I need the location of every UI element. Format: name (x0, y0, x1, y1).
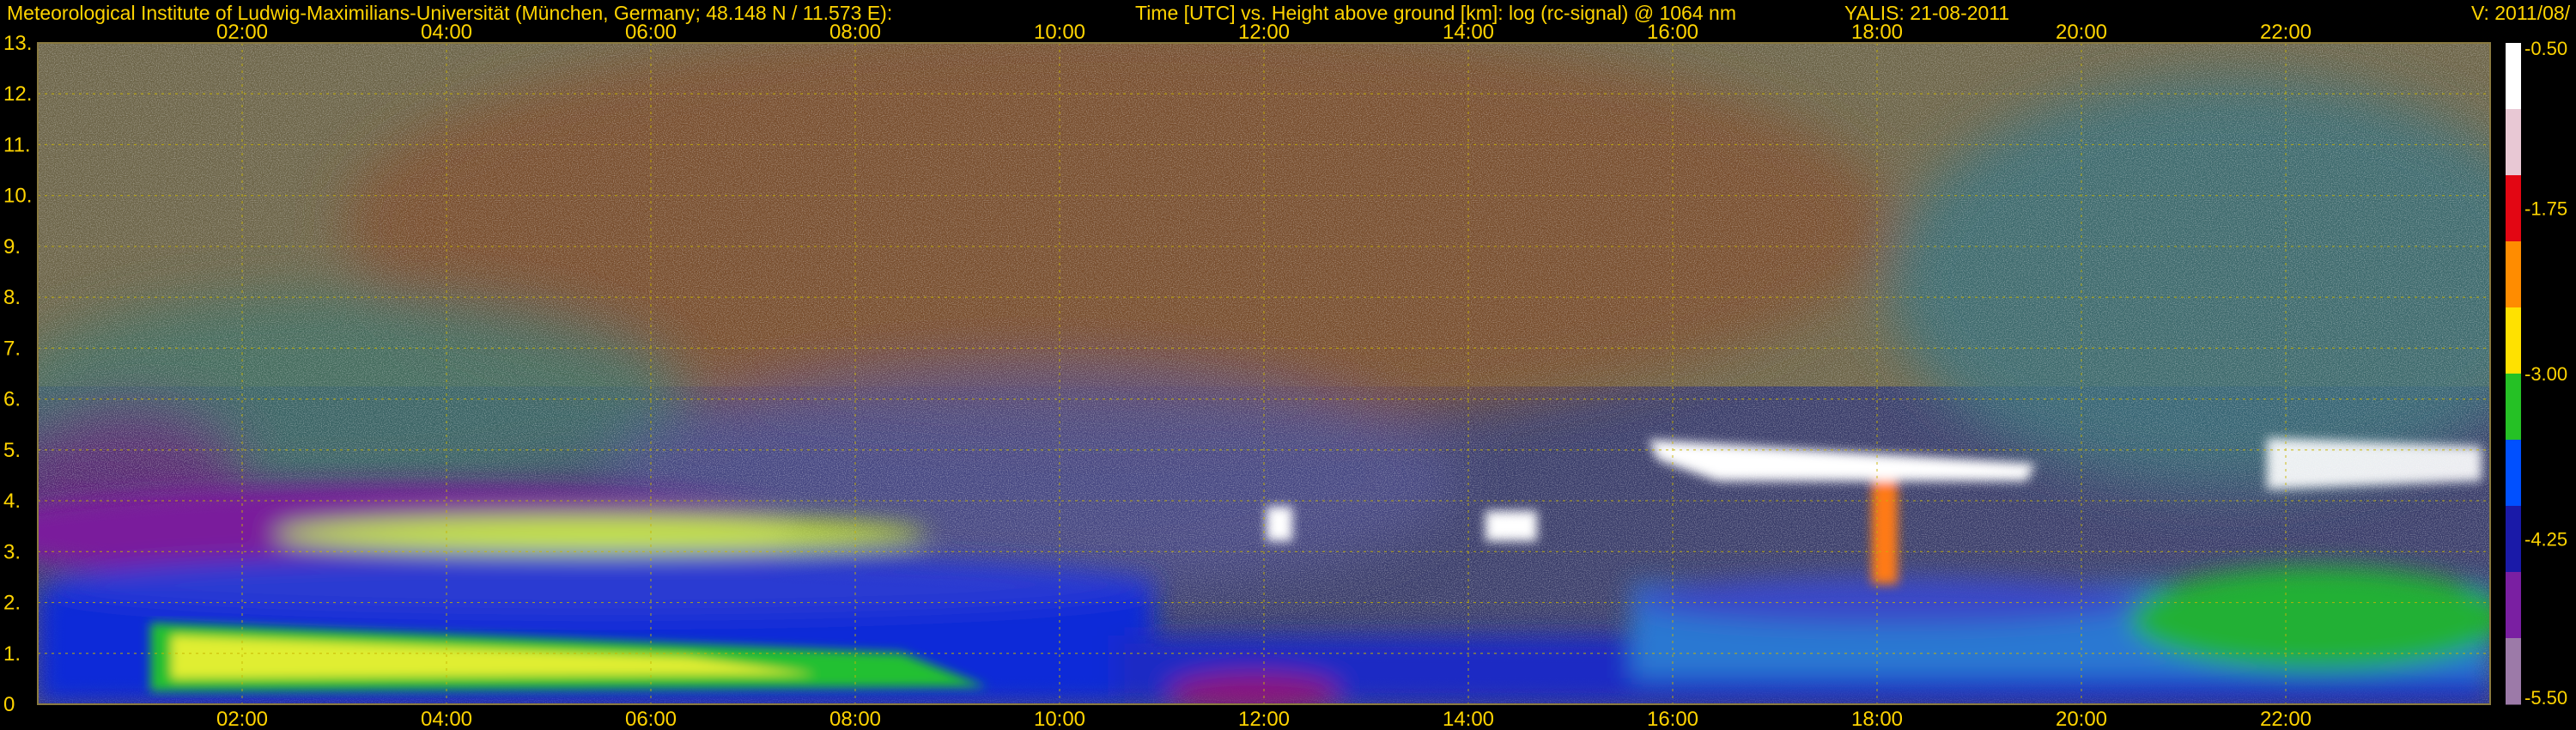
x-tick-label-top: 10:00 (1034, 21, 1085, 44)
colorbar-ticks: -0.50 -1.75 -3.00 -4.25 -5.50 (2524, 38, 2567, 709)
y-tick-label: 11. (3, 133, 31, 156)
x-tick-label-top: 18:00 (1851, 21, 1903, 44)
cloud-signal (1485, 511, 1537, 541)
x-tick-label-top: 06:00 (625, 21, 677, 44)
colorbar-segment (2506, 241, 2521, 308)
colorbar (2506, 43, 2521, 705)
x-tick-label-top: 14:00 (1443, 21, 1494, 44)
signal-region (43, 553, 1159, 615)
y-tick-label: 10. (3, 185, 32, 208)
x-tick-label-bottom: 20:00 (2056, 708, 2107, 730)
x-tick-label-bottom: 08:00 (829, 708, 881, 730)
x-tick-label-bottom: 10:00 (1034, 708, 1085, 730)
x-tick-label-top: 04:00 (421, 21, 472, 44)
y-tick-label: 12. (3, 82, 32, 106)
x-tick-label-top: 20:00 (2056, 21, 2107, 44)
y-tick-label: 4. (3, 490, 21, 513)
signal-region (275, 517, 927, 551)
cloud-signal (2267, 438, 2482, 490)
signal-region (1631, 577, 2147, 625)
x-tick-label-top: 16:00 (1647, 21, 1698, 44)
x-tick-label-bottom: 22:00 (2260, 708, 2312, 730)
colorbar-tick-label: -5.50 (2524, 687, 2567, 709)
y-tick-label: 3. (3, 540, 21, 563)
y-tick-label: 6. (3, 388, 21, 411)
x-tick-label-bottom: 06:00 (625, 708, 677, 730)
x-tick-label-bottom: 02:00 (216, 708, 268, 730)
x-tick-label-bottom: 04:00 (421, 708, 472, 730)
y-tick-label: 8. (3, 286, 21, 309)
y-tick-label: 2. (3, 592, 21, 615)
y-tick-label: 7. (3, 337, 21, 360)
y-tick-label: 0 (3, 693, 15, 716)
y-tick-label: 9. (3, 235, 21, 259)
x-tick-label-top: 08:00 (829, 21, 881, 44)
colorbar-segment (2506, 307, 2521, 374)
colorbar-segment (2506, 43, 2521, 110)
x-tick-label-top: 22:00 (2260, 21, 2312, 44)
x-tick-label-bottom: 12:00 (1238, 708, 1290, 730)
x-axis-bottom: 02:00 04:00 06:00 08:00 10:00 12:00 14:00 16:00… (216, 708, 2312, 730)
colorbar-segment (2506, 109, 2521, 176)
x-tick-label-bottom: 18:00 (1851, 708, 1903, 730)
x-tick-label-bottom: 16:00 (1647, 708, 1698, 730)
y-tick-label: 5. (3, 439, 21, 462)
x-tick-label-top: 02:00 (216, 21, 268, 44)
colorbar-segment (2506, 572, 2521, 639)
colorbar-segment (2506, 175, 2521, 242)
colorbar-segment (2506, 506, 2521, 573)
heatmap-area (38, 43, 2490, 704)
colorbar-tick-label: -1.75 (2524, 198, 2567, 220)
colorbar-tick-label: -4.25 (2524, 529, 2567, 551)
colorbar-segment (2506, 374, 2521, 441)
x-tick-label-top: 12:00 (1238, 21, 1290, 44)
signal-region (2129, 567, 2490, 670)
y-tick-label: 1. (3, 642, 21, 666)
colorbar-segment (2506, 440, 2521, 507)
colorbar-tick-label: -0.50 (2524, 38, 2567, 59)
cloud-signal (1267, 507, 1292, 541)
y-tick-label: 13. (3, 32, 32, 55)
y-axis: 0 1. 2. 3. 4. 5. 6. 7. 8. 9. 10. 11. 12. 13. (3, 32, 32, 716)
x-tick-label-bottom: 14:00 (1443, 708, 1494, 730)
x-axis-top: 02:00 04:00 06:00 08:00 10:00 12:00 14:00 16:00… (216, 21, 2312, 44)
colorbar-tick-label: -3.00 (2524, 363, 2567, 385)
colorbar-segment (2506, 638, 2521, 705)
lidar-heatmap-chart: 02:00 04:00 06:00 08:00 10:00 12:00 14:00 16:00… (3, 21, 2567, 730)
cloud-signal (1872, 481, 1898, 584)
